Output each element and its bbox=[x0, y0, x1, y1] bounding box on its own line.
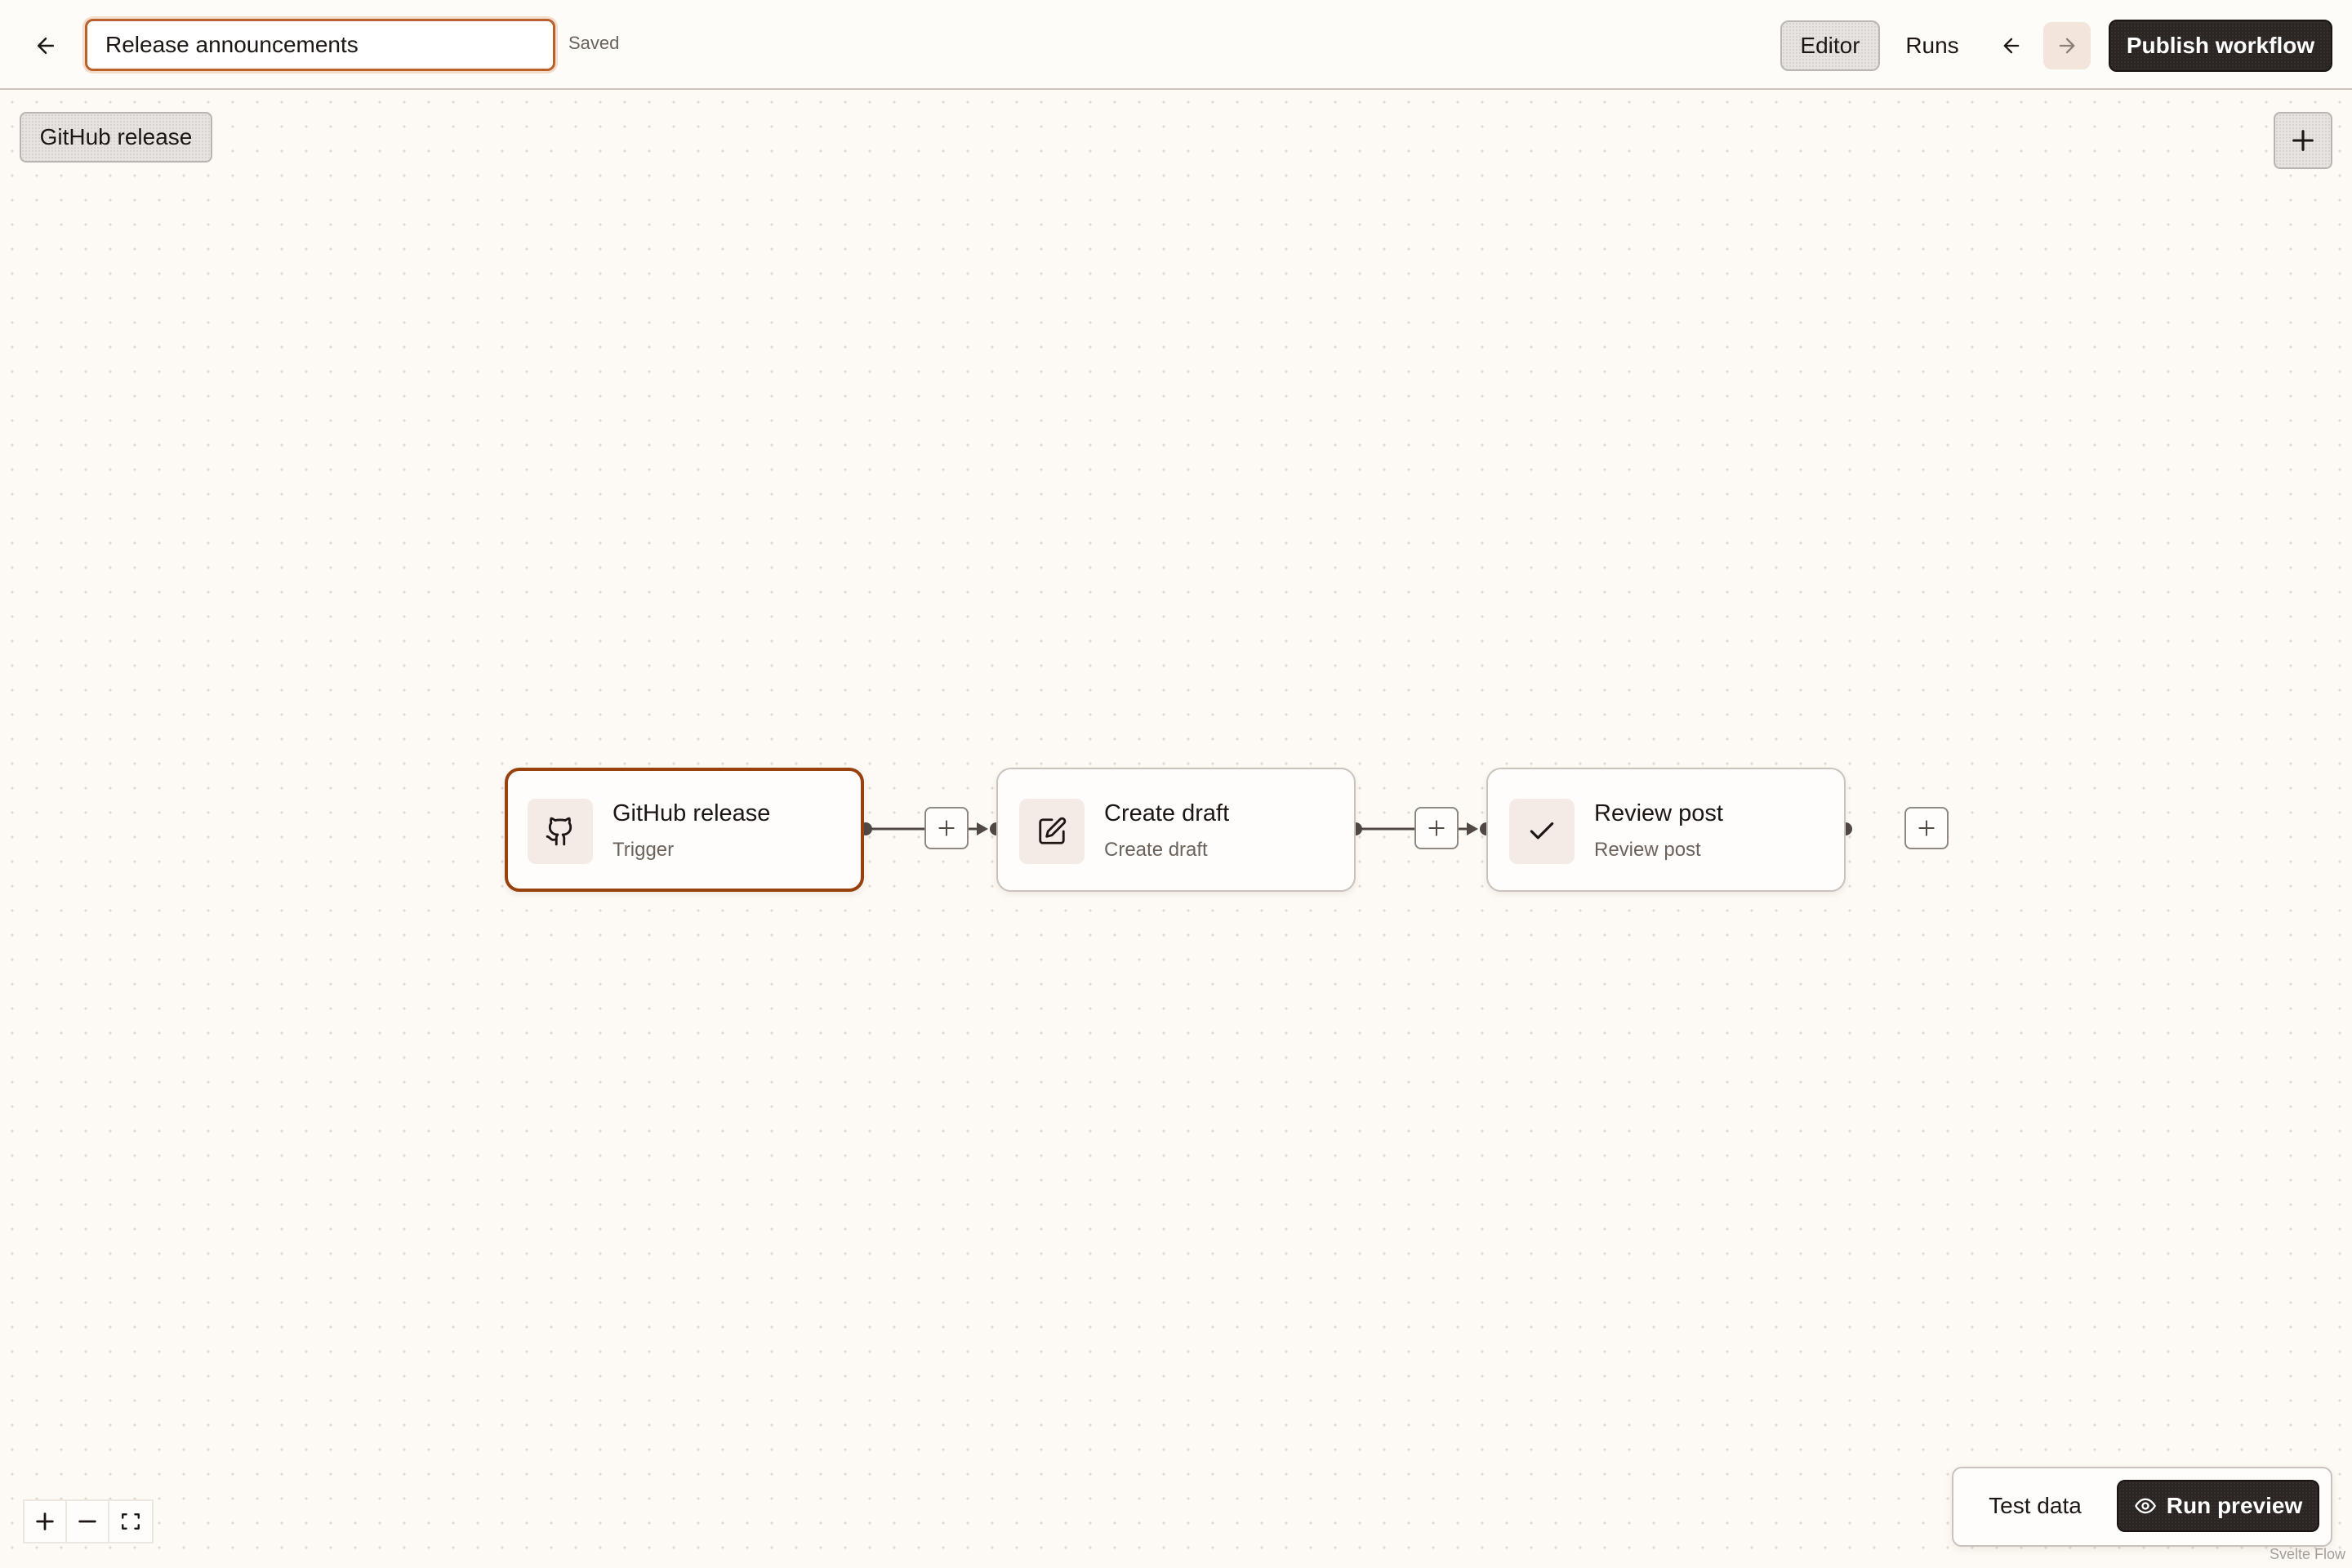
zoom-controls bbox=[23, 1499, 154, 1544]
insert-step-button[interactable] bbox=[924, 807, 969, 849]
node-title: GitHub release bbox=[612, 800, 771, 826]
tab-editor[interactable]: Editor bbox=[1780, 20, 1880, 71]
workflow-name-input[interactable] bbox=[85, 19, 555, 71]
plus-icon bbox=[938, 820, 955, 836]
fit-view-button[interactable] bbox=[109, 1501, 152, 1542]
edit-icon bbox=[1039, 817, 1067, 844]
run-preview-button[interactable]: Run preview bbox=[2117, 1480, 2319, 1532]
node-icon-container bbox=[1509, 799, 1575, 864]
append-step-button[interactable] bbox=[1904, 807, 1949, 849]
minus-icon bbox=[78, 1520, 96, 1523]
preview-panel: Test data Run preview bbox=[1952, 1467, 2332, 1547]
arrow-left-icon bbox=[2003, 38, 2020, 54]
insert-step-button[interactable] bbox=[1414, 807, 1459, 849]
test-data-button[interactable]: Test data bbox=[1967, 1480, 2104, 1532]
save-status: Saved bbox=[568, 33, 620, 53]
publish-workflow-button[interactable]: Publish workflow bbox=[2109, 20, 2332, 72]
redo-button[interactable] bbox=[2043, 22, 2091, 69]
undo-button[interactable] bbox=[1988, 22, 2035, 69]
plus-icon bbox=[36, 1512, 54, 1530]
arrow-right-icon bbox=[2059, 38, 2075, 54]
node-icon-container bbox=[528, 799, 593, 864]
node-title: Review post bbox=[1594, 800, 1723, 826]
zoom-in-button[interactable] bbox=[24, 1501, 67, 1542]
node-create-draft[interactable]: Create draft Create draft bbox=[996, 768, 1356, 892]
top-toolbar: Saved Editor Runs Publish workflow bbox=[0, 0, 2352, 90]
node-github-release[interactable]: GitHub release Trigger bbox=[505, 768, 864, 892]
node-subtitle: Review post bbox=[1594, 839, 1701, 861]
fit-view-icon bbox=[122, 1513, 140, 1530]
node-subtitle: Trigger bbox=[612, 839, 675, 861]
attribution-link[interactable]: Svelte Flow bbox=[2270, 1546, 2345, 1563]
node-icon-container bbox=[1019, 799, 1085, 864]
node-subtitle: Create draft bbox=[1104, 839, 1208, 861]
add-node-button[interactable] bbox=[2274, 112, 2332, 169]
check-icon bbox=[1530, 822, 1554, 840]
trigger-chip[interactable]: GitHub release bbox=[20, 112, 212, 163]
tab-runs[interactable]: Runs bbox=[1893, 20, 1971, 71]
plus-icon bbox=[1428, 820, 1445, 836]
back-button[interactable] bbox=[23, 23, 69, 69]
plus-icon bbox=[1918, 820, 1935, 836]
node-title: Create draft bbox=[1104, 800, 1230, 826]
zoom-out-button[interactable] bbox=[67, 1501, 109, 1542]
arrow-left-icon bbox=[38, 38, 54, 54]
node-review-post[interactable]: Review post Review post bbox=[1486, 768, 1846, 892]
eye-icon bbox=[2134, 1498, 2156, 1514]
github-icon bbox=[546, 817, 572, 846]
plus-icon bbox=[2292, 130, 2314, 151]
run-preview-label: Run preview bbox=[2166, 1493, 2303, 1518]
